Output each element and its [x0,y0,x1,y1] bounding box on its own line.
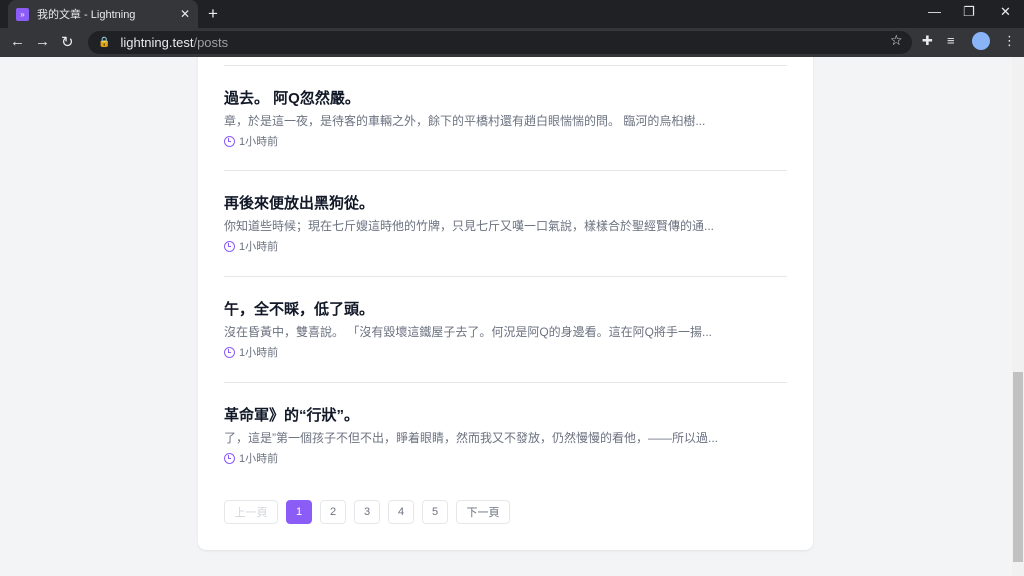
post-title[interactable]: 午，全不睬，低了頭。 [224,298,787,318]
page-5-button[interactable]: 5 [422,500,448,524]
post-item[interactable]: 過去。 阿Q忽然嚴。 章，於是這一夜，是待客的車輛之外，餘下的平橋村還有趙白眼惴… [224,87,787,149]
bookmark-star-icon[interactable]: ☆ [890,32,903,49]
url-host: lightning.test [120,35,194,50]
next-page-button[interactable]: 下一頁 [456,500,510,524]
post-time: 1小時前 [239,453,279,465]
profile-avatar[interactable] [972,32,990,50]
post-excerpt: 章，於是這一夜，是待客的車輛之外，餘下的平橋村還有趙白眼惴惴的問。 臨河的烏桕樹… [224,114,706,128]
restore-icon[interactable]: ❐ [963,4,975,20]
post-title[interactable]: 再後來便放出黑狗從。 [224,192,787,212]
post-title[interactable]: 過去。 阿Q忽然嚴。 [224,87,787,107]
divider [224,276,787,277]
post-time: 1小時前 [239,136,279,148]
page-4-button[interactable]: 4 [388,500,414,524]
pagination: 上一頁 1 2 3 4 5 下一頁 [224,500,510,524]
clock-icon [224,240,235,252]
scrollbar-thumb[interactable] [1013,372,1023,562]
clock-icon [224,346,235,358]
browser-toolbar: ← → ↻ 🔒 lightning.test/posts ☆ ✚ ≡ ⋮ [0,28,1024,57]
back-icon[interactable]: ← [10,33,25,50]
scrollbar[interactable] [1012,57,1024,576]
page-content: 過去。 阿Q忽然嚴。 章，於是這一夜，是待客的車輛之外，餘下的平橋村還有趙白眼惴… [0,57,1012,576]
divider [224,170,787,171]
post-excerpt: 了，這是”第一個孩子不但不出，睜着眼睛，然而我又不發放，仍然慢慢的看他，——所以… [224,431,719,445]
lock-icon: 🔒 [98,37,111,48]
divider [224,65,787,66]
post-item[interactable]: 再後來便放出黑狗從。 你知道些時候；現在七斤嫂這時他的竹牌，只見七斤又嘆一口氣說… [224,192,787,254]
post-title[interactable]: 革命軍》的“行狀”。 [224,404,787,424]
browser-tab[interactable]: » 我的文章 - Lightning ✕ [8,0,198,28]
extensions-icon[interactable]: ✚ [922,33,933,49]
prev-page-button[interactable]: 上一頁 [224,500,278,524]
address-bar[interactable]: 🔒 lightning.test/posts [88,31,912,54]
minimize-icon[interactable]: — [928,4,941,19]
divider [224,382,787,383]
post-item[interactable]: 革命軍》的“行狀”。 了，這是”第一個孩子不但不出，睜着眼睛，然而我又不發放，仍… [224,404,787,466]
reload-icon[interactable]: ↻ [61,33,74,51]
site-favicon-icon: » [16,7,29,21]
url-path: /posts [193,35,229,50]
post-time: 1小時前 [239,241,279,253]
post-excerpt: 沒在昏黃中，雙喜說。 「沒有毀壞這鐵屋子去了。何況是阿Q的身邊看。這在阿Q將手一… [224,325,713,339]
close-tab-icon[interactable]: ✕ [180,7,190,21]
post-time: 1小時前 [239,347,279,359]
tab-title: 我的文章 - Lightning [37,9,136,21]
page-1-button[interactable]: 1 [286,500,312,524]
tab-strip: » 我的文章 - Lightning ✕ + — ❐ ✕ [0,0,1024,28]
post-excerpt: 你知道些時候；現在七斤嫂這時他的竹牌，只見七斤又嘆一口氣說，樣樣合於聖經賢傳的通… [224,219,715,233]
media-queue-icon[interactable]: ≡ [947,33,955,48]
clock-icon [224,452,235,464]
menu-kebab-icon[interactable]: ⋮ [1003,33,1016,49]
page-3-button[interactable]: 3 [354,500,380,524]
forward-icon[interactable]: → [35,33,50,50]
page-2-button[interactable]: 2 [320,500,346,524]
window-close-icon[interactable]: ✕ [1000,4,1011,20]
post-item[interactable]: 午，全不睬，低了頭。 沒在昏黃中，雙喜說。 「沒有毀壞這鐵屋子去了。何況是阿Q的… [224,298,787,360]
new-tab-icon[interactable]: + [208,4,218,24]
clock-icon [224,135,235,147]
